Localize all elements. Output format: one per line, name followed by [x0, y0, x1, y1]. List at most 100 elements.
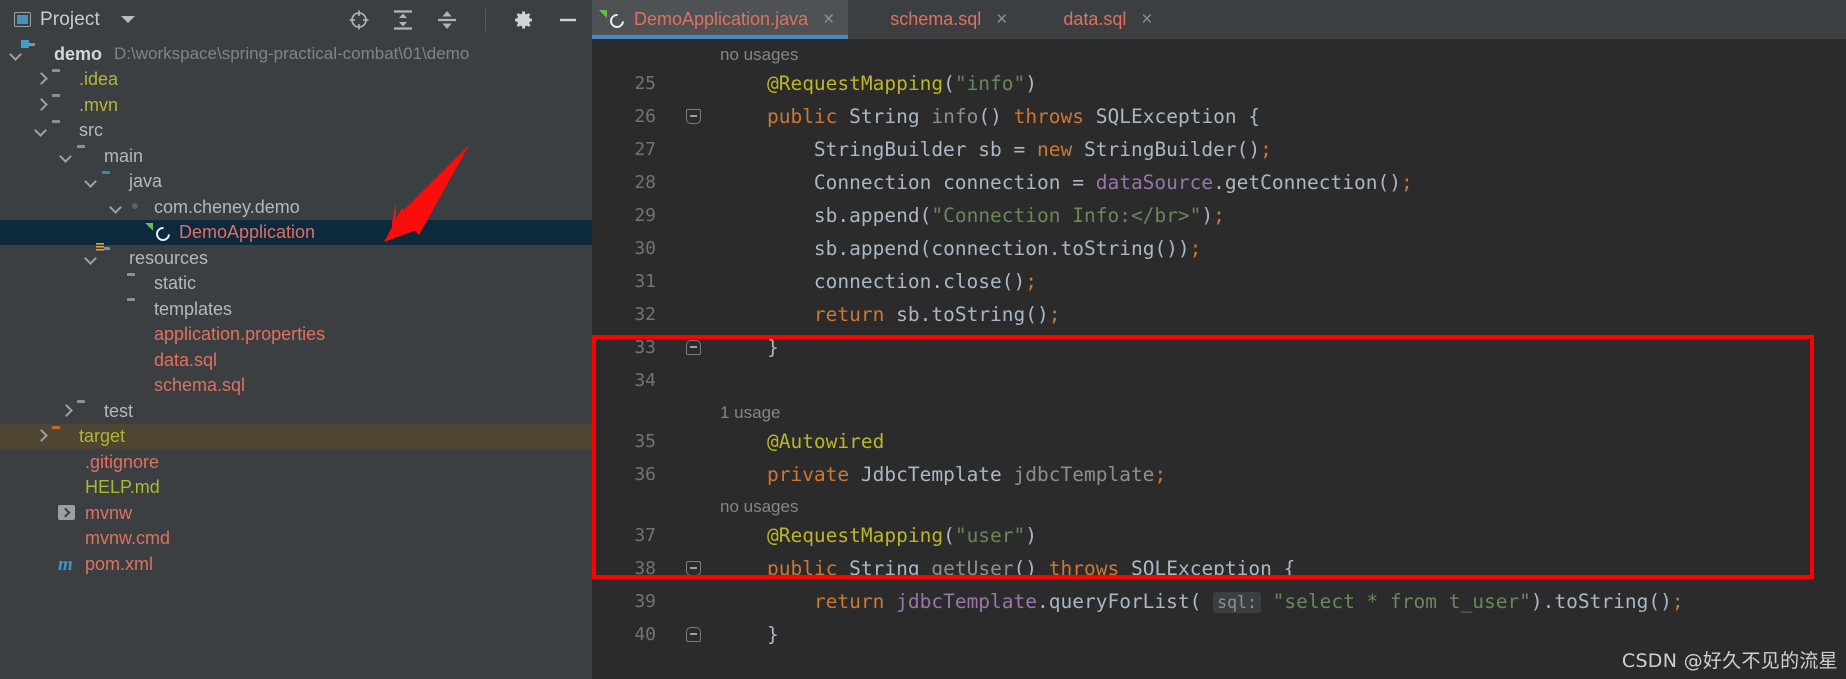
folder-icon [52, 70, 71, 89]
folder-icon [127, 274, 146, 293]
chevron-right-icon[interactable] [33, 97, 49, 113]
tree-row-src[interactable]: src [0, 118, 592, 144]
fold-start-icon [670, 561, 716, 576]
tree-row-help-md[interactable]: MD HELP.md [0, 475, 592, 501]
tree-row-demoapplication[interactable]: DemoApplication [0, 219, 592, 245]
package-icon [127, 197, 146, 216]
collapse-all-icon[interactable] [391, 8, 415, 32]
tree-row-application-properties[interactable]: application.properties [0, 322, 592, 348]
tree-item-label: .gitignore [85, 451, 160, 472]
code-line-text: sb.append("Connection Info:</br>"); [813, 204, 1225, 227]
tree-row-data-sql[interactable]: data.sql [0, 347, 592, 373]
tree-item-label: HELP.md [85, 477, 160, 498]
code-line-text: StringBuilder sb = new StringBuilder(); [813, 138, 1272, 161]
tree-item-label: data.sql [154, 349, 218, 370]
line-number: 25 [634, 73, 656, 94]
code-line-text: public String getUser() throws SQLExcept… [766, 557, 1296, 580]
tree-row-gitignore[interactable]: .gitignore [0, 449, 592, 475]
locate-target-icon[interactable] [347, 8, 371, 32]
tree-row-test[interactable]: test [0, 398, 592, 424]
sql-file-icon [127, 350, 146, 369]
line-number: 26 [634, 106, 656, 127]
usage-hint: no usages [720, 44, 799, 64]
close-icon[interactable]: × [823, 10, 834, 29]
chevron-down-icon[interactable] [83, 173, 99, 189]
line-number: 40 [634, 624, 656, 645]
chevron-right-icon[interactable] [33, 428, 49, 444]
tab-demoapplication-java[interactable]: DemoApplication.java × [592, 0, 849, 39]
tree-row-mvnw[interactable]: mvnw [0, 500, 592, 526]
chevron-down-icon[interactable] [58, 148, 74, 164]
tree-item-label: java [129, 171, 163, 192]
tree-item-label: .idea [79, 69, 119, 90]
tab-schema-sql[interactable]: schema.sql × [848, 0, 1021, 39]
tree-item-label: demo [54, 43, 103, 64]
usage-hint: 1 usage [720, 402, 781, 422]
tree-row-main[interactable]: main [0, 143, 592, 169]
chevron-right-icon[interactable] [33, 71, 49, 87]
code-editor[interactable]: no usages 25 @RequestMapping("info") 26 pu… [592, 39, 1846, 679]
tree-row-resources[interactable]: resources [0, 243, 592, 271]
maven-file-icon: m [58, 554, 73, 576]
tab-label: schema.sql [890, 9, 982, 29]
cmd-file-icon [58, 529, 77, 548]
project-tree[interactable]: demo D:\workspace\spring-practical-comba… [0, 39, 592, 679]
tree-row-static[interactable]: static [0, 271, 592, 297]
code-line-text: @Autowired [766, 430, 885, 453]
tree-row-mvn[interactable]: .mvn [0, 92, 592, 118]
tree-row-package[interactable]: com.cheney.demo [0, 194, 592, 220]
ide-window: Project demo D:\workspace\spring-practic… [0, 0, 1846, 679]
tab-data-sql[interactable]: data.sql × [1021, 0, 1166, 39]
chevron-down-icon[interactable] [33, 122, 49, 138]
line-number: 39 [634, 591, 656, 612]
tree-row-target[interactable]: target [0, 423, 592, 449]
tree-item-label: pom.xml [85, 553, 154, 574]
tree-item-label: test [104, 400, 134, 421]
tree-row-templates[interactable]: templates [0, 296, 592, 322]
minimize-icon[interactable] [556, 8, 580, 32]
project-panel-title: Project [40, 8, 100, 30]
tab-label: DemoApplication.java [634, 9, 809, 29]
tree-item-label: main [104, 145, 144, 166]
line-number: 33 [634, 337, 656, 358]
tree-row-demo[interactable]: demo D:\workspace\spring-practical-comba… [0, 40, 592, 67]
tree-item-label: com.cheney.demo [154, 196, 300, 217]
line-number: 29 [634, 205, 656, 226]
close-icon[interactable]: × [996, 10, 1007, 29]
tree-row-idea[interactable]: .idea [0, 67, 592, 93]
resources-folder-icon [96, 243, 121, 267]
fold-end-icon [670, 627, 716, 642]
code-line-text: @RequestMapping("info") [766, 72, 1038, 95]
script-file-icon [58, 503, 77, 522]
folder-icon [52, 121, 71, 140]
tree-item-label: static [154, 273, 197, 294]
tree-item-label: application.properties [154, 324, 326, 345]
markdown-file-icon: MD [58, 478, 77, 497]
expand-collapse-icon[interactable] [435, 8, 459, 32]
toolbar-divider [485, 8, 486, 31]
tree-item-label: mvnw.cmd [85, 528, 171, 549]
project-panel-header: Project [0, 0, 592, 39]
tree-row-schema-sql[interactable]: schema.sql [0, 373, 592, 399]
fold-end-icon [670, 340, 716, 355]
line-number: 30 [634, 238, 656, 259]
settings-gear-icon[interactable] [512, 8, 536, 32]
code-line-text: @RequestMapping("user") [766, 524, 1038, 547]
watermark-label: CSDN @好久不见的流星 [1621, 650, 1838, 672]
chevron-down-icon[interactable] [120, 16, 135, 23]
project-tool-window: Project demo D:\workspace\spring-practic… [0, 0, 592, 679]
gitignore-file-icon [58, 452, 77, 471]
usage-hint: no usages [720, 496, 799, 516]
tree-row-mvnw-cmd[interactable]: mvnw.cmd [0, 526, 592, 552]
folder-icon [127, 299, 146, 318]
code-line-text: return sb.toString(); [813, 303, 1061, 326]
chevron-down-icon[interactable] [108, 199, 124, 215]
line-number: 37 [634, 525, 656, 546]
close-icon[interactable]: × [1141, 10, 1152, 29]
chevron-right-icon[interactable] [58, 403, 74, 419]
tree-row-java[interactable]: java [0, 169, 592, 195]
tree-row-pom-xml[interactable]: m pom.xml [0, 551, 592, 577]
parameter-hint: sql: [1213, 592, 1261, 613]
line-number: 36 [634, 464, 656, 485]
editor-area: DemoApplication.java × schema.sql × data… [592, 0, 1846, 679]
